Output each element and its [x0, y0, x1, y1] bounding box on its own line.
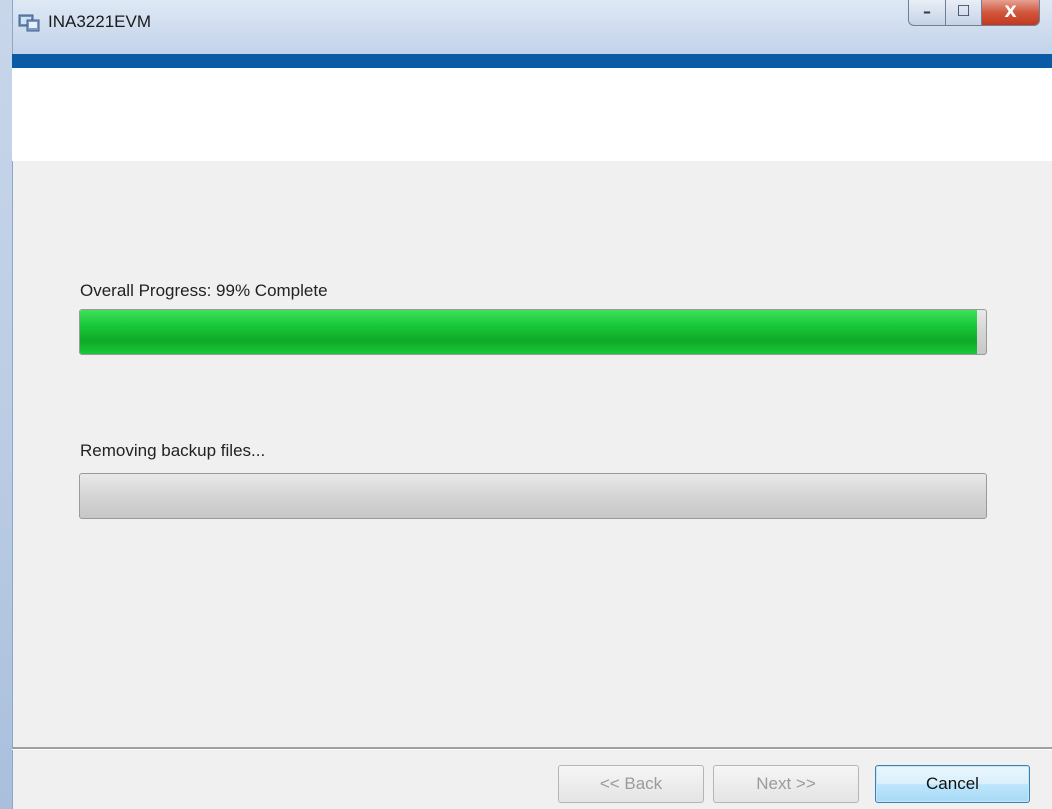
- next-button[interactable]: Next >>: [713, 765, 859, 803]
- minimize-button[interactable]: –: [908, 0, 946, 26]
- maximize-icon: ☐: [956, 2, 971, 20]
- maximize-button[interactable]: ☐: [946, 0, 982, 26]
- header-band: [12, 54, 1052, 68]
- application-icon: [18, 12, 40, 32]
- header-banner: [12, 68, 1052, 161]
- window-title: INA3221EVM: [48, 12, 151, 31]
- overall-progress-bar: [79, 309, 987, 355]
- status-progress-bar: [79, 473, 987, 519]
- close-icon: X: [1004, 2, 1017, 21]
- minimize-icon: –: [923, 2, 931, 21]
- cancel-button[interactable]: Cancel: [875, 765, 1030, 803]
- status-label: Removing backup files...: [80, 441, 266, 460]
- overall-progress-label: Overall Progress: 99% Complete: [80, 281, 328, 300]
- overall-progress-fill: [80, 310, 977, 354]
- footer-separator: [12, 747, 1052, 750]
- back-button[interactable]: << Back: [558, 765, 704, 803]
- caption-buttons: – ☐ X: [908, 0, 1040, 27]
- close-button[interactable]: X: [982, 0, 1040, 26]
- title-bar[interactable]: [0, 0, 1052, 54]
